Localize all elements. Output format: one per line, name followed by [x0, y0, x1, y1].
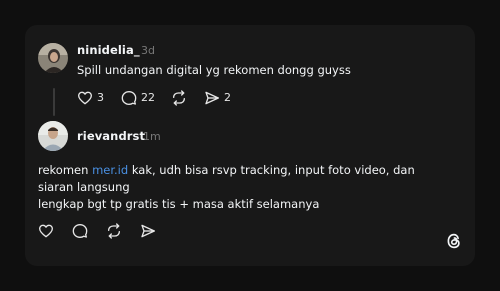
comment-icon [121, 91, 137, 105]
like-count: 3 [97, 91, 104, 104]
reply-text-prefix: rekomen [38, 163, 93, 177]
reply-repost-button[interactable] [106, 222, 122, 240]
reply-comment-button[interactable] [72, 222, 88, 240]
avatar-rievandrst[interactable] [38, 121, 68, 151]
threads-logo-icon [445, 232, 463, 254]
heart-icon [39, 224, 53, 238]
reply-text-line-1: rekomen mer.id kak, udh bisa rsvp tracki… [38, 162, 415, 179]
share-count: 2 [224, 91, 231, 104]
send-icon [141, 224, 155, 238]
repost-icon [173, 90, 185, 106]
reply-text-line-3: lengkap bgt tp gratis tis + masa aktif s… [38, 197, 320, 211]
reply-text: rekomen mer.id kak, udh bisa rsvp tracki… [38, 162, 415, 213]
repost-icon [108, 223, 120, 239]
reply-like-button[interactable] [38, 222, 54, 240]
post-card: ninidelia_ 3d Spill undangan digital yg … [25, 25, 475, 266]
repost-button[interactable] [171, 89, 187, 107]
reply-button[interactable]: 22 [121, 89, 155, 107]
thread-connector-line [53, 88, 55, 116]
post-time: 3d [141, 44, 155, 57]
username[interactable]: ninidelia_ [77, 43, 140, 57]
reply-text-line-2: siaran langsung [38, 180, 130, 194]
like-button[interactable]: 3 [77, 89, 104, 107]
avatar-ninidelia[interactable] [38, 43, 68, 73]
send-icon [205, 91, 219, 105]
reply-count: 22 [141, 91, 155, 104]
post-text: Spill undangan digital yg rekomen dongg … [77, 63, 351, 77]
comment-icon [72, 224, 88, 238]
heart-icon [78, 91, 92, 105]
merid-link[interactable]: mer.id [92, 163, 128, 177]
reply-text-rest: kak, udh bisa rsvp tracking, input foto … [128, 163, 415, 177]
reply-time: 1m [143, 130, 161, 143]
username[interactable]: rievandrst [77, 129, 145, 143]
reply-share-button[interactable] [140, 222, 156, 240]
share-button[interactable]: 2 [204, 89, 231, 107]
